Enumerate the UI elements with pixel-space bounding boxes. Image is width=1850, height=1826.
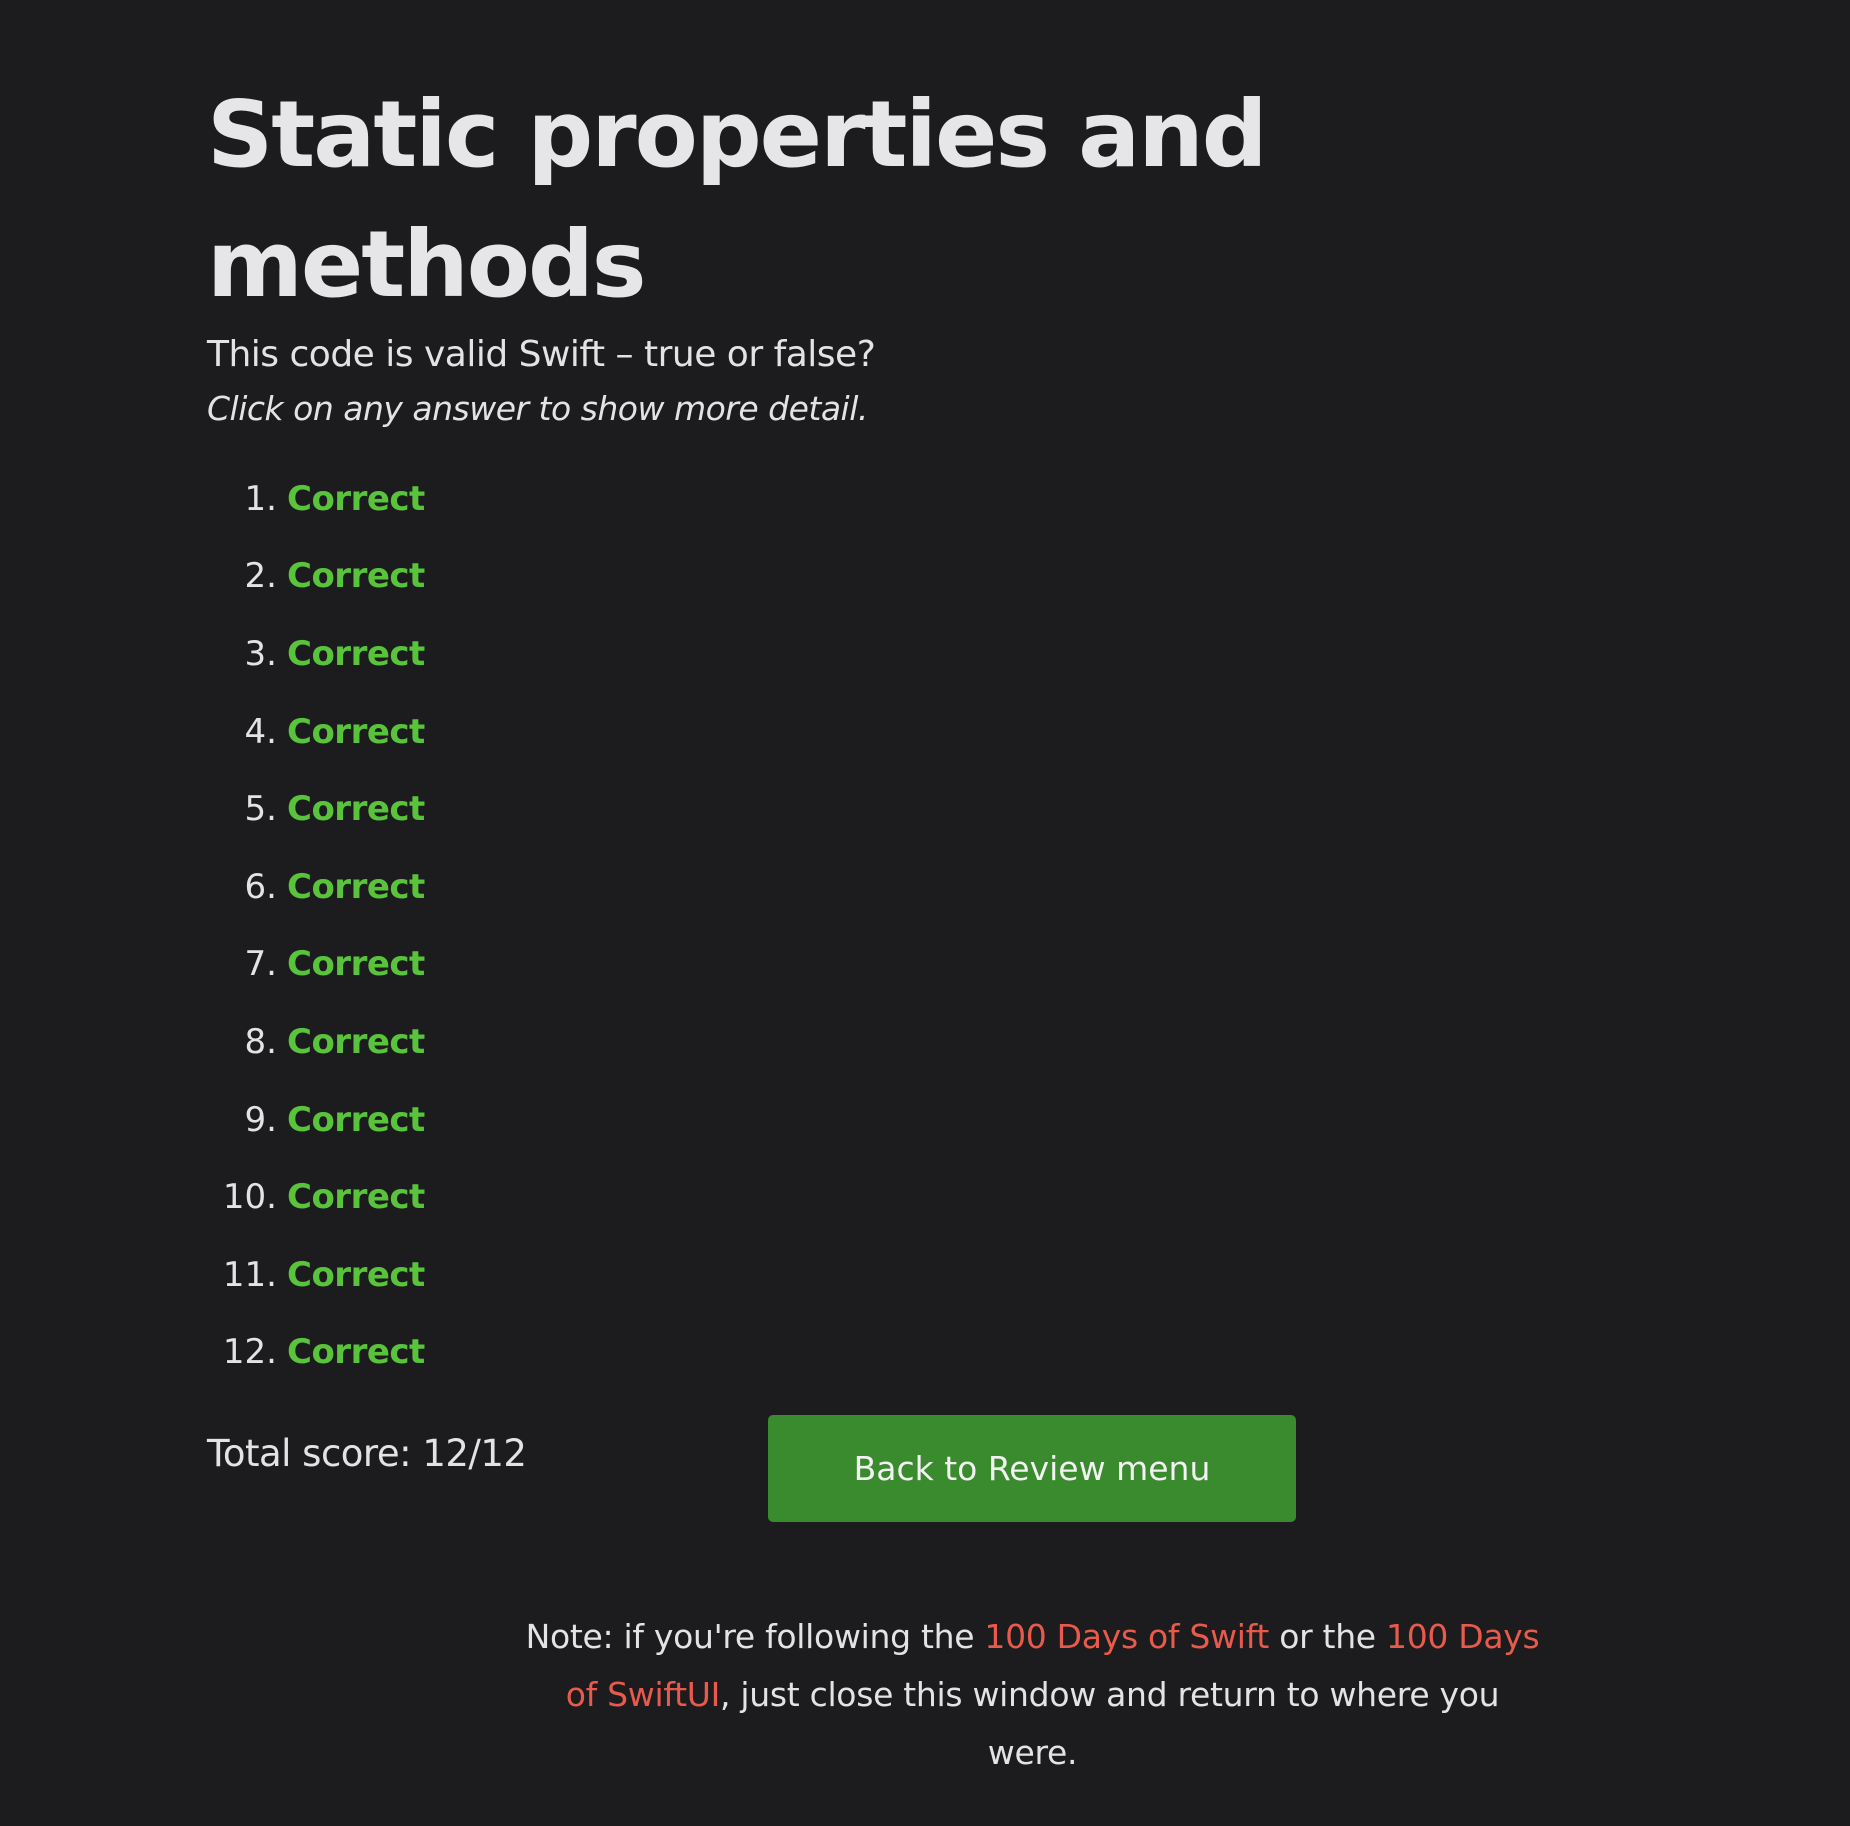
answer-link-8[interactable]: Correct: [287, 1022, 425, 1062]
100-days-of-swift-link[interactable]: 100 Days of Swift: [984, 1617, 1269, 1656]
answer-link-1[interactable]: Correct: [287, 479, 425, 519]
answer-number: 6.: [244, 866, 277, 907]
answer-number: 12.: [222, 1332, 277, 1373]
answer-item-5: 5. Correct: [207, 770, 1647, 848]
answer-link-7[interactable]: Correct: [287, 944, 425, 984]
answer-number: 4.: [244, 711, 277, 752]
answer-number: 9.: [244, 1099, 277, 1140]
answer-link-6[interactable]: Correct: [287, 867, 425, 907]
answer-number: 11.: [222, 1254, 277, 1295]
answer-item-12: 12. Correct: [207, 1314, 1647, 1392]
question-text: This code is valid Swift – true or false…: [207, 334, 876, 375]
answer-number: 10.: [222, 1177, 277, 1218]
answer-number: 8.: [244, 1021, 277, 1062]
answer-item-10: 10. Correct: [207, 1158, 1647, 1236]
answer-number: 1.: [244, 478, 277, 519]
note-middle: or the: [1269, 1617, 1386, 1656]
answer-link-5[interactable]: Correct: [287, 789, 425, 829]
answer-item-11: 11. Correct: [207, 1236, 1647, 1314]
answer-link-2[interactable]: Correct: [287, 556, 425, 596]
answer-link-9[interactable]: Correct: [287, 1100, 425, 1140]
answer-number: 3.: [244, 633, 277, 674]
answer-number: 5.: [244, 789, 277, 830]
page-title: Static properties and methods: [207, 81, 1268, 318]
note-suffix: , just close this window and return to w…: [720, 1675, 1500, 1772]
answer-item-2: 2. Correct: [207, 538, 1647, 616]
answer-number: 7.: [244, 944, 277, 985]
note-text: Note: if you're following the 100 Days o…: [520, 1608, 1545, 1782]
answer-link-11[interactable]: Correct: [287, 1255, 425, 1295]
answers-list: 1. Correct 2. Correct 3. Correct 4. Correct …: [207, 460, 1647, 1391]
quiz-results-page: Static properties and methods This code …: [207, 70, 1647, 1479]
answer-item-8: 8. Correct: [207, 1003, 1647, 1081]
answer-item-9: 9. Correct: [207, 1081, 1647, 1159]
answer-item-3: 3. Correct: [207, 615, 1647, 693]
answer-item-6: 6. Correct: [207, 848, 1647, 926]
answer-link-3[interactable]: Correct: [287, 634, 425, 674]
hint-text: Click on any answer to show more detail.: [207, 389, 868, 428]
answer-item-4: 4. Correct: [207, 693, 1647, 771]
answer-link-10[interactable]: Correct: [287, 1177, 425, 1217]
answer-link-12[interactable]: Correct: [287, 1332, 425, 1372]
answer-item-7: 7. Correct: [207, 926, 1647, 1004]
note-prefix: Note: if you're following the: [525, 1617, 985, 1656]
answer-link-4[interactable]: Correct: [287, 712, 425, 752]
answer-number: 2.: [244, 556, 277, 597]
back-to-review-menu-button[interactable]: Back to Review menu: [768, 1415, 1296, 1522]
answer-item-1: 1. Correct: [207, 460, 1647, 538]
